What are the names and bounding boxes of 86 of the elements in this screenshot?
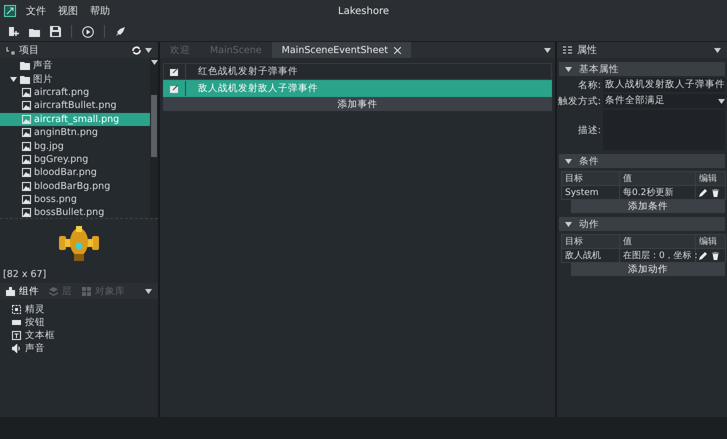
section-header[interactable]: 动作 [559, 217, 725, 231]
textbox-icon [12, 331, 21, 340]
field-label: 名称: [576, 78, 602, 92]
edit-note-icon [170, 84, 179, 92]
image-file-icon [22, 88, 31, 97]
collapse-arrow-icon [565, 222, 572, 226]
layers-icon [49, 286, 58, 296]
new-file-icon[interactable] [8, 26, 19, 37]
puzzle-icon [6, 286, 15, 296]
name-field[interactable]: 敌人战机发射敌人子弹事件 [603, 78, 725, 92]
column-header: 目标 [562, 234, 620, 248]
field-label: 触发方式: [557, 94, 602, 108]
dropdown-caret-icon [718, 98, 725, 104]
close-icon[interactable] [394, 46, 401, 54]
project-icon [6, 46, 15, 54]
refresh-icon[interactable] [132, 46, 141, 54]
event-row[interactable]: 红色战机发射子弹事件 [163, 63, 552, 80]
image-file-icon [22, 142, 31, 151]
menu-item[interactable]: 视图 [52, 4, 84, 18]
trigger-dropdown[interactable]: 条件全部满足 [603, 94, 725, 108]
dropdown-caret-icon [714, 48, 721, 52]
dropdown-caret-icon [145, 288, 152, 294]
tree-item[interactable]: bloodBar.png [0, 166, 150, 180]
add-button[interactable]: 添加动作 [571, 263, 725, 276]
component-item[interactable]: 精灵 [12, 303, 158, 316]
tree-item[interactable]: bossBullet.png [0, 206, 150, 220]
dropdown-caret-icon [544, 48, 551, 52]
image-file-icon [22, 114, 31, 124]
section-header[interactable]: 基本属性 [559, 62, 725, 76]
editor-tab[interactable]: MainSceneEventSheet [272, 42, 411, 58]
field-label: 描述: [576, 124, 602, 136]
save-icon[interactable] [50, 26, 61, 37]
dropdown-caret-icon [145, 48, 152, 52]
panel-tab[interactable]: 组件 [6, 284, 39, 298]
panel-title: 属性 [577, 44, 597, 57]
spaceship-drawing [57, 224, 101, 264]
image-file-icon [22, 195, 31, 204]
column-header: 编辑 [696, 234, 726, 248]
tree-item[interactable]: 声音 [0, 59, 150, 72]
folder-icon[interactable] [29, 26, 40, 36]
column-header: 编辑 [696, 172, 726, 186]
grid-icon [82, 286, 91, 296]
panel-title: 项目 [19, 44, 39, 57]
menu-item[interactable]: 文件 [20, 4, 52, 18]
image-file-icon [22, 154, 31, 164]
trash-icon[interactable] [712, 188, 719, 196]
button-icon [12, 318, 21, 327]
section-header[interactable]: 条件 [559, 154, 725, 168]
pencil-icon[interactable] [699, 188, 707, 196]
image-file-icon [22, 168, 31, 178]
add-button[interactable]: 添加条件 [571, 200, 725, 213]
tree-item[interactable]: anginBtn.png [0, 126, 150, 140]
tree-item[interactable]: bgGrey.png [0, 152, 150, 166]
tree-item[interactable]: bg.jpg [0, 139, 150, 153]
play-icon[interactable] [82, 26, 94, 38]
image-file-icon [22, 101, 31, 110]
collapse-arrow-icon [565, 66, 572, 72]
expand-arrow-icon [10, 76, 17, 82]
image-file-icon [22, 128, 31, 138]
tree-item[interactable]: aircraft.png [0, 86, 150, 100]
scrollbar[interactable] [150, 58, 158, 218]
edit-note-icon [170, 68, 179, 76]
image-file-icon [22, 208, 31, 218]
component-item[interactable]: 按钮 [12, 316, 158, 329]
component-item[interactable]: 文本框 [12, 329, 158, 342]
image-file-icon [22, 182, 31, 191]
pencil-icon[interactable] [699, 252, 707, 260]
column-header: 目标 [562, 172, 620, 186]
add-event-button[interactable]: 添加事件 [163, 97, 552, 111]
speaker-icon [12, 344, 21, 353]
tree-item[interactable]: aircraftBullet.png [0, 99, 150, 113]
menu-item[interactable]: 帮助 [84, 4, 116, 18]
collapse-arrow-icon [565, 158, 572, 164]
window-title: Lakeshore [338, 6, 389, 16]
tree-item[interactable]: bloodBarBg.png [0, 180, 150, 193]
rocket-icon[interactable] [115, 26, 126, 37]
app-logo-icon [4, 5, 16, 17]
tree-item[interactable]: 图片 [0, 72, 150, 86]
trash-icon[interactable] [712, 252, 719, 260]
column-header: 值 [620, 172, 696, 186]
properties-icon [563, 46, 572, 54]
component-item[interactable]: 声音 [12, 342, 158, 355]
image-size-label: [82 x 67] [2, 269, 48, 281]
tree-item[interactable]: boss.png [0, 192, 150, 206]
column-header: 值 [620, 234, 696, 248]
frame-icon [12, 305, 21, 314]
